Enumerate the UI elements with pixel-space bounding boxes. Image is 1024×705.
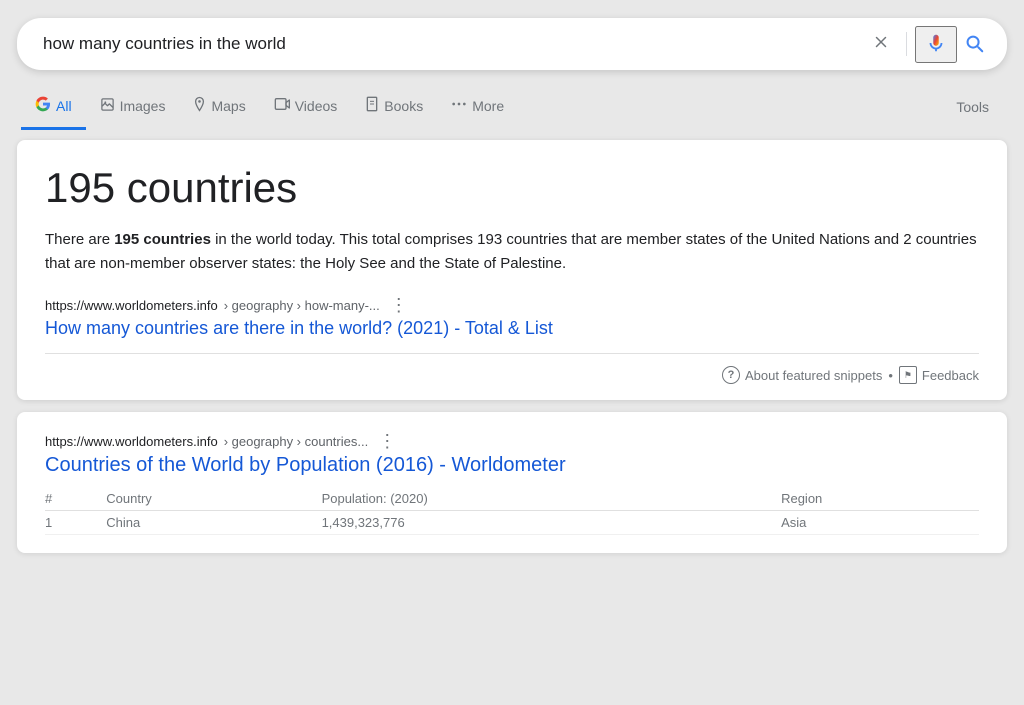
search-input[interactable]: how many countries in the world — [43, 34, 864, 54]
about-snippets-button[interactable]: ? About featured snippets — [722, 366, 882, 384]
snippet-divider — [45, 353, 979, 354]
featured-snippet-link[interactable]: How many countries are there in the worl… — [45, 318, 979, 339]
search-button[interactable] — [957, 28, 991, 61]
tab-videos-label: Videos — [295, 98, 338, 114]
tab-all-label: All — [56, 98, 72, 114]
maps-icon — [193, 96, 206, 115]
search-divider — [906, 32, 907, 56]
search-bar: how many countries in the world — [17, 18, 1007, 70]
about-snippets-label: About featured snippets — [745, 368, 882, 383]
tools-button[interactable]: Tools — [942, 89, 1003, 127]
table-header-country: Country — [106, 487, 321, 511]
feedback-icon: ⚑ — [899, 366, 917, 384]
tab-maps[interactable]: Maps — [179, 86, 259, 130]
result-link[interactable]: Countries of the World by Population (20… — [45, 454, 979, 477]
result-source-domain: https://www.worldometers.info — [45, 434, 218, 449]
table-cell-population: 1,439,323,776 — [322, 511, 782, 535]
tab-more[interactable]: More — [437, 87, 518, 129]
table-cell-country: China — [106, 511, 321, 535]
table-header-hash: # — [45, 487, 106, 511]
description-plain: There are — [45, 231, 114, 248]
images-icon — [100, 97, 115, 115]
table-header-population: Population: (2020) — [322, 487, 782, 511]
table-cell-region: Asia — [781, 511, 979, 535]
source-breadcrumb: › geography › how-many-... — [224, 298, 380, 313]
mic-button[interactable] — [915, 26, 957, 63]
source-domain: https://www.worldometers.info — [45, 298, 218, 313]
source-more-button[interactable]: ⋮ — [386, 296, 412, 314]
tab-books[interactable]: Books — [351, 86, 437, 130]
result-table: # Country Population: (2020) Region 1 Ch… — [45, 487, 979, 535]
description-bold: 195 countries — [114, 231, 211, 248]
snippet-footer: ? About featured snippets • ⚑ Feedback — [45, 366, 979, 384]
result-more-button[interactable]: ⋮ — [374, 432, 400, 450]
more-dots-icon — [451, 97, 467, 114]
tab-maps-label: Maps — [211, 98, 245, 114]
google-g-icon — [35, 96, 51, 115]
result-source-row: https://www.worldometers.info › geograph… — [45, 432, 979, 450]
feedback-label: Feedback — [922, 368, 979, 383]
dot-separator: • — [888, 368, 893, 383]
featured-snippet-card: 195 countries There are 195 countries in… — [17, 140, 1007, 400]
tab-books-label: Books — [384, 98, 423, 114]
tab-videos[interactable]: Videos — [260, 87, 352, 129]
answer-description: There are 195 countries in the world tod… — [45, 228, 979, 276]
second-result-card: https://www.worldometers.info › geograph… — [17, 412, 1007, 553]
table-row: 1 China 1,439,323,776 Asia — [45, 511, 979, 535]
feedback-button[interactable]: ⚑ Feedback — [899, 366, 979, 384]
books-icon — [365, 96, 379, 115]
tab-images-label: Images — [120, 98, 166, 114]
question-icon: ? — [722, 366, 740, 384]
videos-icon — [274, 97, 290, 114]
table-header-region: Region — [781, 487, 979, 511]
answer-headline: 195 countries — [45, 164, 979, 212]
table-cell-rank: 1 — [45, 511, 106, 535]
tab-more-label: More — [472, 98, 504, 114]
tab-all[interactable]: All — [21, 86, 86, 130]
result-source-breadcrumb: › geography › countries... — [224, 434, 369, 449]
source-url-row: https://www.worldometers.info › geograph… — [45, 296, 979, 314]
search-clear-button[interactable] — [864, 29, 898, 60]
nav-tabs: All Images Maps Videos — [17, 86, 1007, 130]
tab-images[interactable]: Images — [86, 87, 180, 130]
